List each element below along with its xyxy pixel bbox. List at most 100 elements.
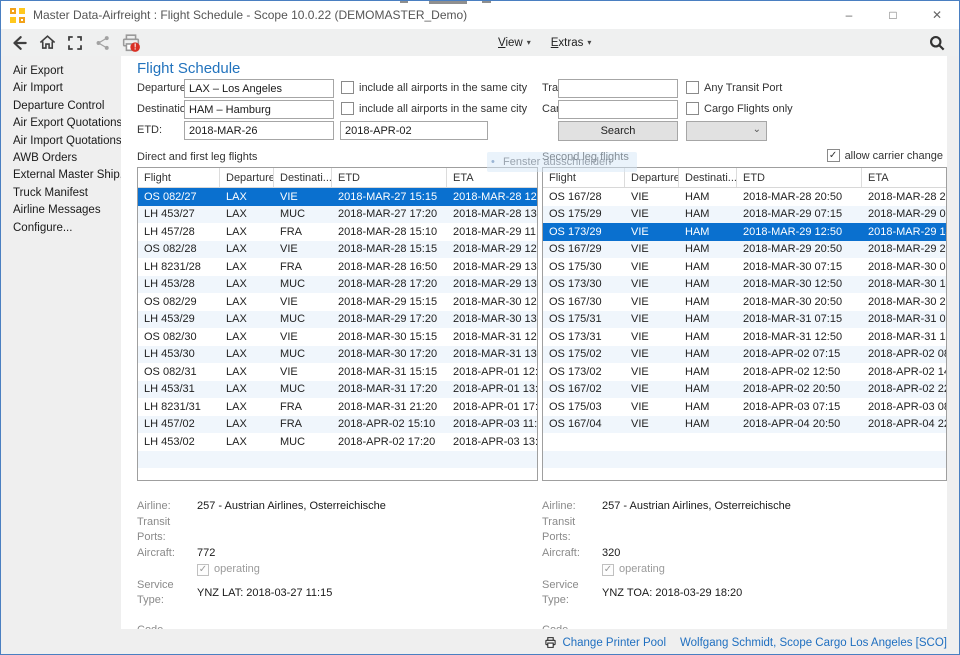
cargo-flights-only-checkbox[interactable]	[686, 102, 699, 115]
sidebar-item-airline-messages[interactable]: Airline Messages	[13, 202, 121, 219]
sidebar-item-departure-control[interactable]: Departure Control	[13, 98, 121, 115]
table-row[interactable]: OS 175/29VIEHAM2018-MAR-29 07:152018-MAR…	[543, 206, 946, 224]
airline-value: 257 - Austrian Airlines, Osterreichische	[197, 499, 386, 514]
transit-input[interactable]	[558, 79, 678, 98]
table-row[interactable]: OS 167/02VIEHAM2018-APR-02 20:502018-APR…	[543, 381, 946, 399]
table-header: FlightDepartureDestinati...ETDETA	[138, 168, 537, 188]
menu-extras[interactable]: Extras▾	[551, 37, 592, 49]
second-leg-flights-table: FlightDepartureDestinati...ETDETAOS 167/…	[542, 167, 947, 481]
departure-input[interactable]	[184, 79, 334, 98]
column-header[interactable]: Departure	[220, 168, 274, 187]
table-row[interactable]: OS 175/31VIEHAM2018-MAR-31 07:152018-MAR…	[543, 311, 946, 329]
table-row[interactable]: LH 8231/31LAXFRA2018-MAR-31 21:202018-AP…	[138, 398, 537, 416]
table-row[interactable]: OS 167/30VIEHAM2018-MAR-30 20:502018-MAR…	[543, 293, 946, 311]
column-header[interactable]: Flight	[138, 168, 220, 187]
table-row[interactable]: OS 173/29VIEHAM2018-MAR-29 12:502018-MAR…	[543, 223, 946, 241]
table-row[interactable]: LH 453/28LAXMUC2018-MAR-28 17:202018-MAR…	[138, 276, 537, 294]
filter-dropdown[interactable]: ⌄	[686, 121, 767, 141]
search-icon[interactable]	[923, 29, 951, 56]
change-printer-pool-link[interactable]: Change Printer Pool	[544, 636, 666, 649]
cell: HAM	[679, 383, 737, 395]
table-row[interactable]: OS 082/29LAXVIE2018-MAR-29 15:152018-MAR…	[138, 293, 537, 311]
share-icon[interactable]	[89, 29, 117, 56]
sidebar-item-air-import[interactable]: Air Import	[13, 80, 121, 97]
table-row[interactable]: LH 453/30LAXMUC2018-MAR-30 17:202018-MAR…	[138, 346, 537, 364]
cell: 2018-MAR-29 12:50	[737, 226, 862, 238]
table-row[interactable]: OS 082/31LAXVIE2018-MAR-31 15:152018-APR…	[138, 363, 537, 381]
table-row[interactable]: OS 082/27LAXVIE2018-MAR-27 15:152018-MAR…	[138, 188, 537, 206]
sidebar-item-air-export[interactable]: Air Export	[13, 63, 121, 80]
chevron-down-icon: ⌄	[753, 124, 761, 135]
close-button[interactable]: ✕	[915, 1, 959, 29]
back-icon[interactable]	[5, 29, 33, 56]
table-row[interactable]: OS 082/28LAXVIE2018-MAR-28 15:152018-MAR…	[138, 241, 537, 259]
table-row[interactable]: LH 453/27LAXMUC2018-MAR-27 17:202018-MAR…	[138, 206, 537, 224]
destination-input[interactable]	[184, 100, 334, 119]
table-row[interactable]: LH 457/28LAXFRA2018-MAR-28 15:102018-MAR…	[138, 223, 537, 241]
etd-from-input[interactable]	[184, 121, 334, 140]
minimize-button[interactable]: –	[827, 1, 871, 29]
table-row[interactable]: OS 175/02VIEHAM2018-APR-02 07:152018-APR…	[543, 346, 946, 364]
home-icon[interactable]	[33, 29, 61, 56]
table-row[interactable]: LH 8231/28LAXFRA2018-MAR-28 16:502018-MA…	[138, 258, 537, 276]
cell: LAX	[220, 331, 274, 343]
table-row[interactable]: LH 453/02LAXMUC2018-APR-02 17:202018-APR…	[138, 433, 537, 451]
sidebar-item-air-export-quotations[interactable]: Air Export Quotations	[13, 115, 121, 132]
sidebar-item-truck-manifest[interactable]: Truck Manifest	[13, 185, 121, 202]
column-header[interactable]: ETD	[737, 168, 862, 187]
cell: LAX	[220, 418, 274, 430]
cell: OS 082/29	[138, 296, 220, 308]
cell: 2018-MAR-31 07:15	[737, 313, 862, 325]
maximize-button[interactable]: □	[871, 1, 915, 29]
aircraft-value: 772	[197, 546, 215, 561]
table-row[interactable]: OS 175/30VIEHAM2018-MAR-30 07:152018-MAR…	[543, 258, 946, 276]
table-row[interactable]: OS 173/02VIEHAM2018-APR-02 12:502018-APR…	[543, 363, 946, 381]
table-row[interactable]: OS 167/29VIEHAM2018-MAR-29 20:502018-MAR…	[543, 241, 946, 259]
column-header[interactable]: Destinati...	[679, 168, 737, 187]
table-row[interactable]: LH 453/29LAXMUC2018-MAR-29 17:202018-MAR…	[138, 311, 537, 329]
table-row[interactable]: OS 167/28VIEHAM2018-MAR-28 20:502018-MAR…	[543, 188, 946, 206]
cell: LH 8231/28	[138, 261, 220, 273]
table-row[interactable]: OS 173/31VIEHAM2018-MAR-31 12:502018-MAR…	[543, 328, 946, 346]
column-header[interactable]: ETA	[862, 168, 946, 187]
menu-view[interactable]: View▾	[498, 37, 531, 49]
search-button[interactable]: Search	[558, 121, 678, 141]
column-header[interactable]: Destinati...	[274, 168, 332, 187]
cell: LH 453/31	[138, 383, 220, 395]
cell: 2018-MAR-31 21:20	[332, 401, 447, 413]
cargo-flights-only-label: Cargo Flights only	[704, 103, 793, 115]
direct-flights-table: FlightDepartureDestinati...ETDETAOS 082/…	[137, 167, 538, 481]
app-logo-icon	[10, 8, 25, 23]
cell: OS 167/30	[543, 296, 625, 308]
same-city-checkbox[interactable]	[341, 102, 354, 115]
same-city-checkbox[interactable]	[341, 81, 354, 94]
carrier-input[interactable]	[558, 100, 678, 119]
etd-to-input[interactable]	[340, 121, 488, 140]
user-branch-link[interactable]: Wolfgang Schmidt, Scope Cargo Los Angele…	[680, 637, 947, 649]
sidebar-item-external-master-ship[interactable]: External Master Ship...	[13, 167, 121, 184]
allow-carrier-change-checkbox[interactable]	[827, 149, 840, 162]
sidebar-item-air-import-quotations[interactable]: Air Import Quotations	[13, 133, 121, 150]
cell: OS 167/04	[543, 418, 625, 430]
column-header[interactable]: ETD	[332, 168, 447, 187]
transit-ports-label: Transit Ports:	[542, 515, 602, 545]
table-row[interactable]: OS 173/30VIEHAM2018-MAR-30 12:502018-MAR…	[543, 276, 946, 294]
table-row[interactable]: LH 453/31LAXMUC2018-MAR-31 17:202018-APR…	[138, 381, 537, 399]
any-transit-port-label: Any Transit Port	[704, 82, 782, 94]
cell: LH 453/27	[138, 208, 220, 220]
code-share-label: Code Share:	[542, 623, 602, 629]
table-row[interactable]: OS 082/30LAXVIE2018-MAR-30 15:152018-MAR…	[138, 328, 537, 346]
table-row[interactable]: OS 167/04VIEHAM2018-APR-04 20:502018-APR…	[543, 416, 946, 434]
sidebar-item-awb-orders[interactable]: AWB Orders	[13, 150, 121, 167]
sidebar-item-configure[interactable]: Configure...	[13, 220, 121, 237]
printer-alert-icon[interactable]: !	[117, 29, 145, 56]
fullscreen-icon[interactable]	[61, 29, 89, 56]
table-row[interactable]: LH 457/02LAXFRA2018-APR-02 15:102018-APR…	[138, 416, 537, 434]
menu-bar: View▾ Extras▾	[498, 29, 591, 56]
any-transit-port-checkbox[interactable]	[686, 81, 699, 94]
chevron-down-icon: ▾	[527, 38, 531, 47]
allow-carrier-change-label: allow carrier change	[845, 150, 943, 162]
cell: LAX	[220, 261, 274, 273]
table-row[interactable]: OS 175/03VIEHAM2018-APR-03 07:152018-APR…	[543, 398, 946, 416]
cell: 2018-MAR-29 17:20	[332, 313, 447, 325]
